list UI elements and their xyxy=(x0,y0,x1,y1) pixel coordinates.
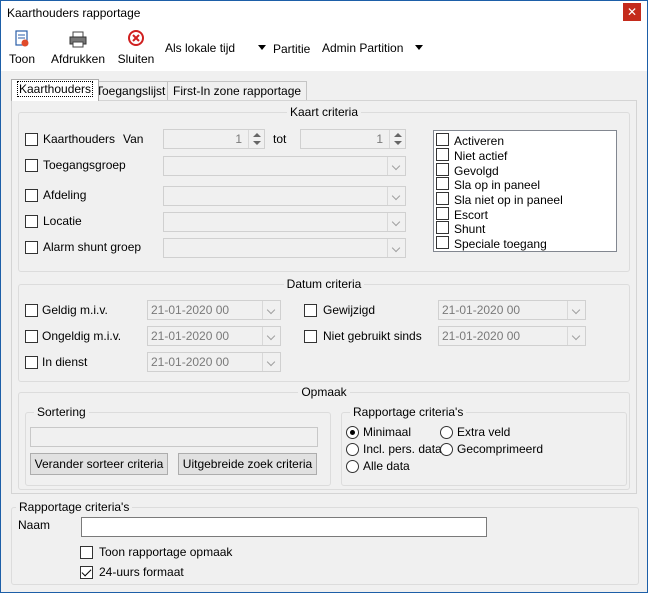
alarm-shunt-checkbox[interactable] xyxy=(25,241,38,254)
uurs-formaat-label: 24-uurs formaat xyxy=(99,565,184,579)
afdrukken-button[interactable]: Afdrukken xyxy=(47,29,109,69)
tab-first-in-zone[interactable]: First-In zone rapportage xyxy=(167,81,308,101)
tot-spinner[interactable]: 1 xyxy=(300,129,406,149)
report-window: Kaarthouders rapportage ✕ Toon Afdrukken xyxy=(0,0,648,593)
afdeling-checkbox[interactable] xyxy=(25,189,38,202)
alle-data-radio[interactable] xyxy=(346,460,359,473)
afdrukken-label: Afdrukken xyxy=(50,52,106,66)
afdeling-label: Afdeling xyxy=(43,188,87,202)
list-item[interactable]: Sla op in paneel xyxy=(436,177,540,192)
geldig-checkbox[interactable] xyxy=(25,304,38,317)
title-bar: Kaarthouders rapportage ✕ xyxy=(1,1,647,25)
close-window-button[interactable]: ✕ xyxy=(623,3,641,21)
sluiten-label: Sluiten xyxy=(117,52,155,66)
van-label: Van xyxy=(123,132,144,146)
rapportage-criteria-group: Rapportage criteria's Minimaal Incl. per… xyxy=(341,405,627,486)
toon-opmaak-label: Toon rapportage opmaak xyxy=(99,545,233,559)
gecomprimeerd-label: Gecomprimeerd xyxy=(457,442,544,456)
report-criteria-title: Rapportage criteria's xyxy=(16,500,133,514)
kaarthouders-checkbox[interactable] xyxy=(25,133,38,146)
van-spinner[interactable]: 1 xyxy=(163,129,265,149)
kaart-criteria-title: Kaart criteria xyxy=(286,105,362,119)
sortering-title: Sortering xyxy=(34,405,89,419)
in-dienst-date-picker[interactable]: 21-01-2020 00 xyxy=(147,352,281,372)
alle-data-label: Alle data xyxy=(363,459,410,473)
naam-label: Naam xyxy=(18,518,51,532)
stop-icon xyxy=(128,30,144,46)
toon-button[interactable]: Toon xyxy=(7,29,37,69)
datum-criteria-title: Datum criteria xyxy=(283,277,365,291)
alarm-shunt-select[interactable] xyxy=(163,238,406,258)
minimaal-label: Minimaal xyxy=(363,425,412,439)
list-item[interactable]: Sla niet op in paneel xyxy=(436,192,563,207)
alarm-shunt-label: Alarm shunt groep xyxy=(43,240,142,254)
partition-value: Admin Partition xyxy=(322,41,404,55)
locatie-select[interactable] xyxy=(163,212,406,232)
toegangsgroep-checkbox[interactable] xyxy=(25,159,38,172)
list-item[interactable]: Activeren xyxy=(436,133,504,148)
in-dienst-checkbox[interactable] xyxy=(25,356,38,369)
list-item[interactable]: Escort xyxy=(436,207,488,222)
printer-icon xyxy=(69,31,87,48)
sort-criteria-field xyxy=(30,427,318,447)
niet-gebruikt-checkbox[interactable] xyxy=(304,330,317,343)
toegangsgroep-select[interactable] xyxy=(163,156,406,176)
uitgebreide-zoek-button[interactable]: Uitgebreide zoek criteria xyxy=(178,453,317,475)
locatie-label: Locatie xyxy=(43,214,82,228)
gewijzigd-date-picker[interactable]: 21-01-2020 00 xyxy=(438,300,586,320)
kaart-criteria-group: Kaart criteria Kaarthouders Van 1 tot 1 … xyxy=(18,105,630,272)
tab-kaarthouders[interactable]: Kaarthouders xyxy=(11,79,100,101)
in-dienst-label: In dienst xyxy=(42,355,88,369)
partition-select[interactable]: Admin Partition xyxy=(317,38,427,58)
toon-label: Toon xyxy=(8,52,36,66)
opmaak-title: Opmaak xyxy=(298,385,350,399)
report-criteria-group: Rapportage criteria's Naam Toon rapporta… xyxy=(11,500,639,585)
gecomprimeerd-radio[interactable] xyxy=(440,443,453,456)
incl-pers-radio[interactable] xyxy=(346,443,359,456)
rapportage-criteria-title: Rapportage criteria's xyxy=(350,405,467,419)
verander-sorteer-button[interactable]: Verander sorteer criteria xyxy=(30,453,168,475)
sortering-group: Sortering Verander sorteer criteria Uitg… xyxy=(25,405,331,486)
kaarthouders-label: Kaarthouders xyxy=(43,132,116,146)
list-item[interactable]: Niet actief xyxy=(436,148,507,163)
ongeldig-checkbox[interactable] xyxy=(25,330,38,343)
list-item[interactable]: Shunt xyxy=(436,221,485,236)
minimaal-radio[interactable] xyxy=(346,426,359,439)
card-status-list[interactable]: Activeren Niet actief Gevolgd Sla op in … xyxy=(433,130,617,252)
locatie-checkbox[interactable] xyxy=(25,215,38,228)
incl-pers-label: Incl. pers. data xyxy=(363,442,442,456)
niet-gebruikt-label: Niet gebruikt sinds xyxy=(323,329,422,343)
opmaak-group: Opmaak Sortering Verander sorteer criter… xyxy=(18,385,630,490)
toegangsgroep-label: Toegangsgroep xyxy=(43,158,126,172)
partitie-label: Partitie xyxy=(273,42,311,56)
naam-input[interactable] xyxy=(81,517,487,537)
window-title: Kaarthouders rapportage xyxy=(7,6,141,20)
report-view-icon xyxy=(15,30,29,47)
tab-toegangslijst[interactable]: Toegangslijst xyxy=(90,81,172,101)
uurs-formaat-checkbox[interactable] xyxy=(80,566,93,579)
toolbar: Toon Afdrukken Sluiten Als lokale tijd P… xyxy=(1,25,647,71)
gewijzigd-label: Gewijzigd xyxy=(323,303,376,317)
tot-label: tot xyxy=(273,132,287,146)
chevron-down-icon xyxy=(258,45,266,50)
geldig-date-picker[interactable]: 21-01-2020 00 xyxy=(147,300,281,320)
tab-page-kaarthouders: Kaart criteria Kaarthouders Van 1 tot 1 … xyxy=(11,100,637,494)
gewijzigd-checkbox[interactable] xyxy=(304,304,317,317)
niet-gebruikt-date-picker[interactable]: 21-01-2020 00 xyxy=(438,326,586,346)
time-mode-select[interactable]: Als lokale tijd xyxy=(160,38,270,58)
chevron-down-icon xyxy=(415,45,423,50)
list-item[interactable]: Speciale toegang xyxy=(436,236,547,251)
afdeling-select[interactable] xyxy=(163,186,406,206)
extra-veld-radio[interactable] xyxy=(440,426,453,439)
sluiten-button[interactable]: Sluiten xyxy=(116,29,156,69)
ongeldig-date-picker[interactable]: 21-01-2020 00 xyxy=(147,326,281,346)
datum-criteria-group: Datum criteria Geldig m.i.v. 21-01-2020 … xyxy=(18,277,630,382)
geldig-label: Geldig m.i.v. xyxy=(42,303,108,317)
time-mode-value: Als lokale tijd xyxy=(165,41,236,55)
toon-opmaak-checkbox[interactable] xyxy=(80,546,93,559)
ongeldig-label: Ongeldig m.i.v. xyxy=(42,329,122,343)
list-item[interactable]: Gevolgd xyxy=(436,163,499,178)
extra-veld-label: Extra veld xyxy=(457,425,511,439)
